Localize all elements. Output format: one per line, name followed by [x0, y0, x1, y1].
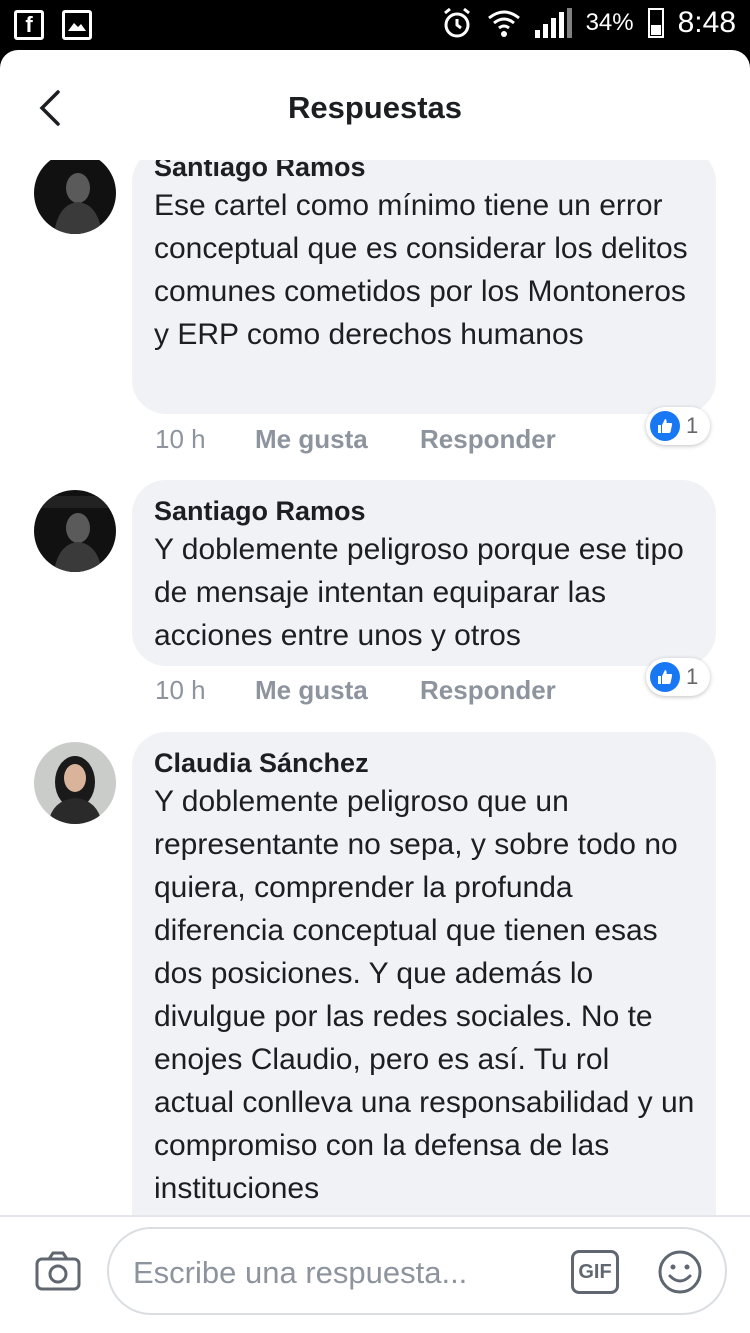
image-icon: [62, 10, 92, 40]
header: Respuestas: [0, 50, 750, 160]
like-button[interactable]: Me gusta: [255, 675, 420, 706]
comment-bubble: Santiago Ramos Y doblemente peligroso po…: [132, 480, 716, 666]
comment-text: Y doblemente peligroso porque ese tipo d…: [154, 533, 684, 652]
reply-composer: GIF: [0, 1215, 750, 1333]
battery-percent: 34%: [585, 9, 634, 36]
page-title: Respuestas: [287, 90, 463, 125]
comment-text: Y doblemente peligroso que un representa…: [154, 785, 695, 1205]
comment-time[interactable]: 10 h: [155, 675, 255, 706]
replies-sheet: Respuestas Santiago Ramos Ese cartel com…: [0, 50, 750, 1333]
comment-list[interactable]: Santiago Ramos Ese cartel como mínimo ti…: [0, 160, 750, 1220]
status-bar: f 34% 8:48: [0, 0, 750, 50]
reaction-badge[interactable]: 1: [646, 658, 710, 696]
comment-actions: 10 h Me gusta Responder: [155, 675, 556, 706]
comment-actions: 10 h Me gusta Responder: [155, 424, 556, 455]
facebook-icon: f: [14, 10, 44, 40]
comment-time[interactable]: 10 h: [155, 424, 255, 455]
emoji-icon[interactable]: [657, 1249, 703, 1295]
comment-author[interactable]: Claudia Sánchez: [154, 746, 696, 780]
camera-icon[interactable]: [34, 1249, 82, 1293]
avatar[interactable]: [34, 160, 116, 234]
reply-input[interactable]: [131, 1247, 555, 1299]
clock: 8:48: [677, 6, 736, 39]
comment-text: Ese cartel como mínimo tiene un error co…: [154, 189, 688, 351]
like-button[interactable]: Me gusta: [255, 424, 420, 455]
reaction-badge[interactable]: 1: [646, 407, 710, 445]
avatar[interactable]: [34, 742, 116, 824]
reply-button[interactable]: Responder: [420, 675, 556, 706]
reply-input-box[interactable]: GIF: [107, 1227, 727, 1315]
comment-author[interactable]: Santiago Ramos: [154, 494, 696, 528]
thumbs-up-icon: [650, 662, 680, 692]
comment-author[interactable]: Santiago Ramos: [154, 160, 696, 184]
comment-bubble: Claudia Sánchez Y doblemente peligroso q…: [132, 732, 716, 1220]
battery-icon: [647, 8, 664, 38]
avatar[interactable]: [34, 490, 116, 572]
comment-bubble: Santiago Ramos Ese cartel como mínimo ti…: [132, 160, 716, 414]
gif-button[interactable]: GIF: [571, 1250, 619, 1294]
reaction-count: 1: [686, 413, 699, 438]
wifi-icon: [487, 10, 520, 37]
signal-icon: [534, 8, 572, 38]
thumbs-up-icon: [650, 411, 680, 441]
reaction-count: 1: [686, 664, 699, 689]
reply-button[interactable]: Responder: [420, 424, 556, 455]
alarm-icon: [443, 7, 470, 38]
